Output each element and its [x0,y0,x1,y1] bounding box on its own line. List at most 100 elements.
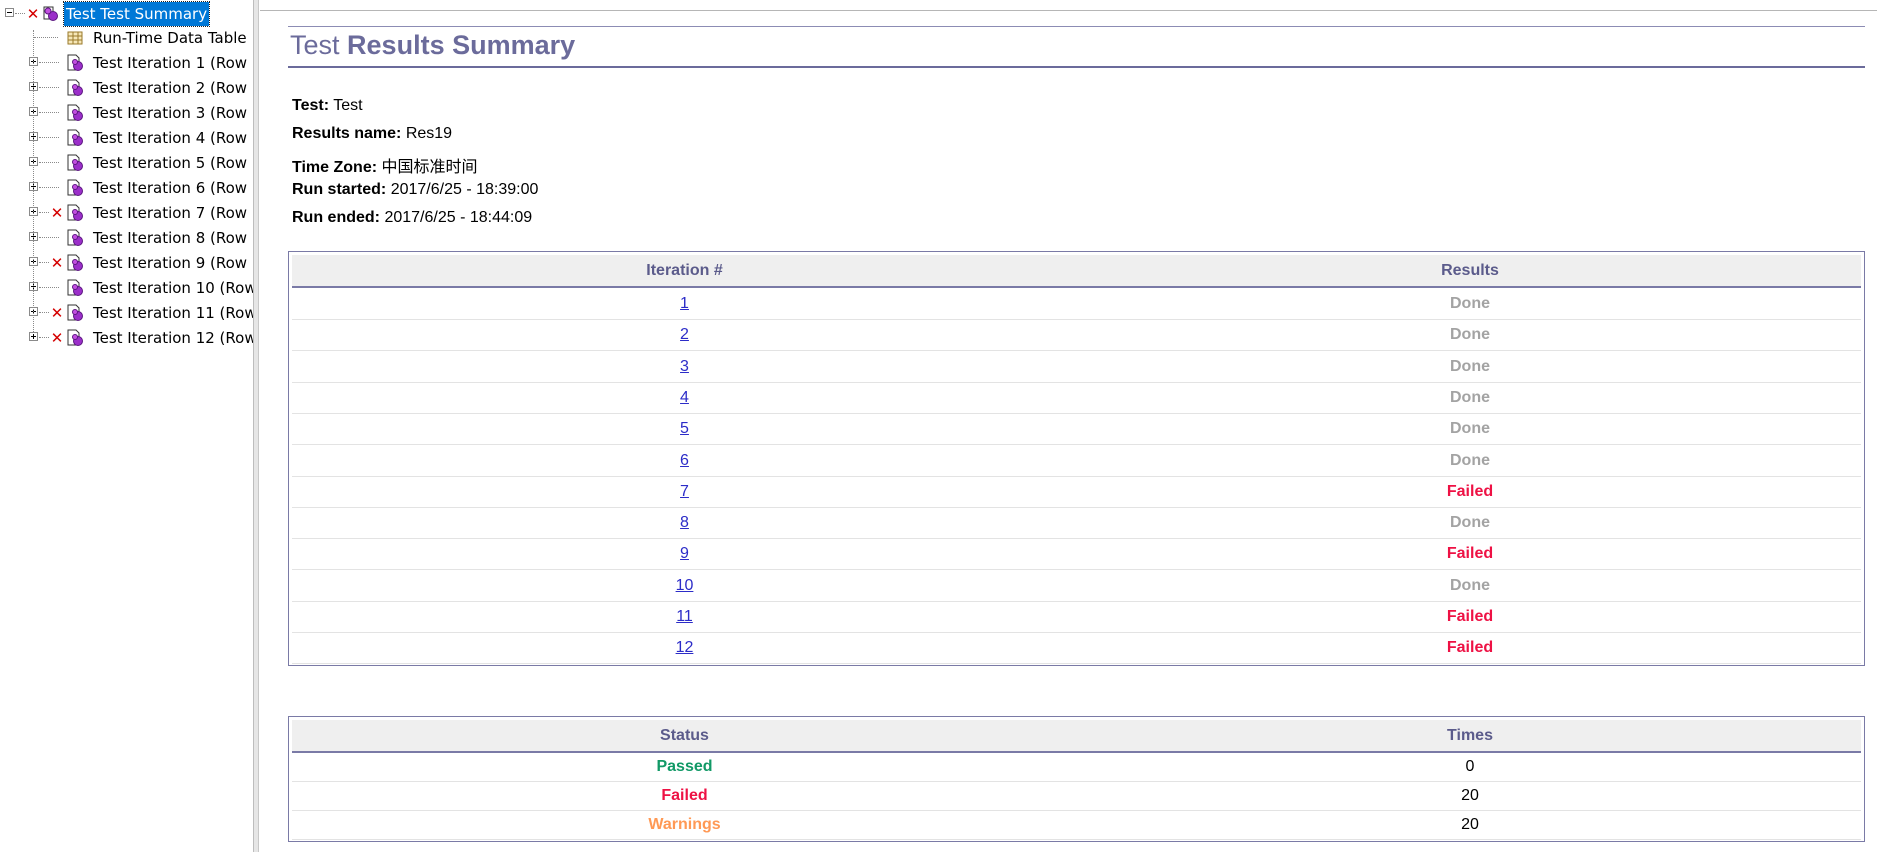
tree-connector [34,37,58,39]
iterations-table: Iteration # Results 1 Done 2 Done 3 Done 4 Done… [288,251,1865,666]
status-cell: Warnings [648,816,721,833]
iteration-link[interactable]: 10 [676,577,694,594]
tree-iteration-row[interactable]: ✕ Test Iteration 12 (Row [0,326,253,350]
iteration-cell: 6 [292,445,1077,476]
tree-iteration-row[interactable]: ✕ Test Iteration 9 (Row [0,251,253,275]
result-cell: Done [1450,388,1490,406]
tree-iteration-row[interactable]: Test Iteration 5 (Row [0,151,253,175]
tree-iteration-label[interactable]: Test Iteration 11 (Row [93,301,253,325]
tree-iteration-row[interactable]: Test Iteration 4 (Row [0,126,253,150]
tree-connector [39,112,59,114]
iteration-cell: 10 [292,570,1077,601]
table-row: 9 Failed [292,538,1861,571]
iteration-icon [66,54,84,72]
tree-datatable-row[interactable]: Run-Time Data Table [0,26,253,50]
status-cell: Failed [661,787,708,804]
iteration-link[interactable]: 1 [680,295,689,312]
iteration-cell: 5 [292,413,1077,444]
tree-iteration-label[interactable]: Test Iteration 2 (Row [93,76,247,100]
col-times-header: Times [1447,727,1493,744]
tree-datatable-label[interactable]: Run-Time Data Table [93,26,247,50]
iteration-link[interactable]: 7 [680,483,689,500]
info-results-name-label: Results name [292,125,397,142]
iteration-icon [66,79,84,97]
tree-connector [39,87,59,89]
table-row: Failed 20 [292,782,1861,811]
tree-iteration-label[interactable]: Test Iteration 5 (Row [93,151,247,175]
tree-iteration-label[interactable]: Test Iteration 4 (Row [93,126,247,150]
result-cell: Failed [1446,608,1494,625]
table-row: 12 Failed [292,632,1861,665]
tree-iteration-row[interactable]: Test Iteration 1 (Row [0,51,253,75]
iteration-cell: 1 [292,288,1077,319]
status-table: Status Times Passed 0 Failed 20 Warnings 20 [288,716,1865,842]
iteration-icon [66,154,84,172]
info-run-started: Run started: 2017/6/25 - 18:39:00 [292,181,539,198]
tree-root-label[interactable]: Test Test Summary [62,1,211,27]
table-row: 6 Done [292,445,1861,477]
tree-iteration-label[interactable]: Test Iteration 6 (Row [93,176,247,200]
tree-iteration-label[interactable]: Test Iteration 10 (Row [93,276,253,300]
status-table-header: Status Times [292,720,1861,753]
test-summary-icon [42,5,60,23]
collapse-icon[interactable] [5,8,14,17]
table-row: 1 Done [292,288,1861,320]
page-title-test: Test [290,30,340,60]
iteration-link[interactable]: 5 [680,420,689,437]
tree-connector [39,287,59,289]
iteration-link[interactable]: 6 [680,452,689,469]
table-row: 8 Done [292,507,1861,540]
iteration-link[interactable]: 11 [676,608,693,625]
iteration-link[interactable]: 8 [680,514,689,531]
info-run-started-value: 2017/6/25 - 18:39:00 [390,181,539,198]
tree-iteration-label[interactable]: Test Iteration 3 (Row [93,101,247,125]
tree-connector [33,30,35,332]
iteration-link[interactable]: 3 [680,358,689,375]
tree-iteration-row[interactable]: ✕ Test Iteration 7 (Row [0,201,253,225]
iteration-cell: 8 [292,507,1077,538]
iteration-link[interactable]: 4 [680,389,689,406]
col-iteration-header: Iteration # [646,262,723,279]
failed-x-icon: ✕ [50,254,64,272]
report-top-border [260,0,1877,11]
tree-iteration-row[interactable]: Test Iteration 10 (Row [0,276,253,300]
col-status-header: Status [660,727,709,744]
iteration-cell: 2 [292,319,1077,350]
iteration-link[interactable]: 2 [680,326,689,343]
table-row: 11 Failed [292,601,1861,633]
result-cell: Failed [1446,639,1494,657]
info-run-ended-value: 2017/6/25 - 18:44:09 [384,209,533,226]
tree-iteration-label[interactable]: Test Iteration 1 (Row [93,51,247,75]
result-cell: Failed [1446,482,1494,500]
tree-iteration-row[interactable]: Test Iteration 3 (Row [0,101,253,125]
expand-icon[interactable] [29,332,38,341]
failed-x-icon: ✕ [50,204,64,222]
iterations-table-header: Iteration # Results [292,255,1861,288]
tree-iteration-row[interactable]: Test Iteration 2 (Row [0,76,253,100]
iteration-cell: 9 [292,538,1077,569]
times-cell: 20 [1461,787,1479,804]
tree-iteration-row[interactable]: Test Iteration 6 (Row [0,176,253,200]
result-cell: Done [1450,576,1490,594]
report-pane: Test Results Summary Test: Test Results … [260,0,1877,852]
table-row: 7 Failed [292,476,1861,508]
info-test-label: Test [292,97,324,114]
tree-iteration-label[interactable]: Test Iteration 7 (Row [93,201,247,225]
iteration-link[interactable]: 9 [680,545,689,562]
tree-iteration-row[interactable]: ✕ Test Iteration 11 (Row [0,301,253,325]
result-cell: Done [1450,420,1490,438]
tree-iteration-label[interactable]: Test Iteration 8 (Row [93,226,247,250]
iteration-link[interactable]: 12 [676,639,694,656]
tree-iteration-label[interactable]: Test Iteration 12 (Row [93,326,253,350]
info-results-name: Results name: Res19 [292,125,453,142]
info-test-value: Test [333,97,363,114]
tree-root-row[interactable]: ✕ Test Test Summary [0,1,253,27]
data-table-icon [66,29,84,47]
iteration-icon [66,329,84,347]
tree-connector [15,13,25,15]
iteration-icon [66,304,84,322]
iteration-icon [66,129,84,147]
col-results-header: Results [1441,262,1499,279]
tree-iteration-label[interactable]: Test Iteration 9 (Row [93,251,247,275]
tree-iteration-row[interactable]: Test Iteration 8 (Row [0,226,253,250]
